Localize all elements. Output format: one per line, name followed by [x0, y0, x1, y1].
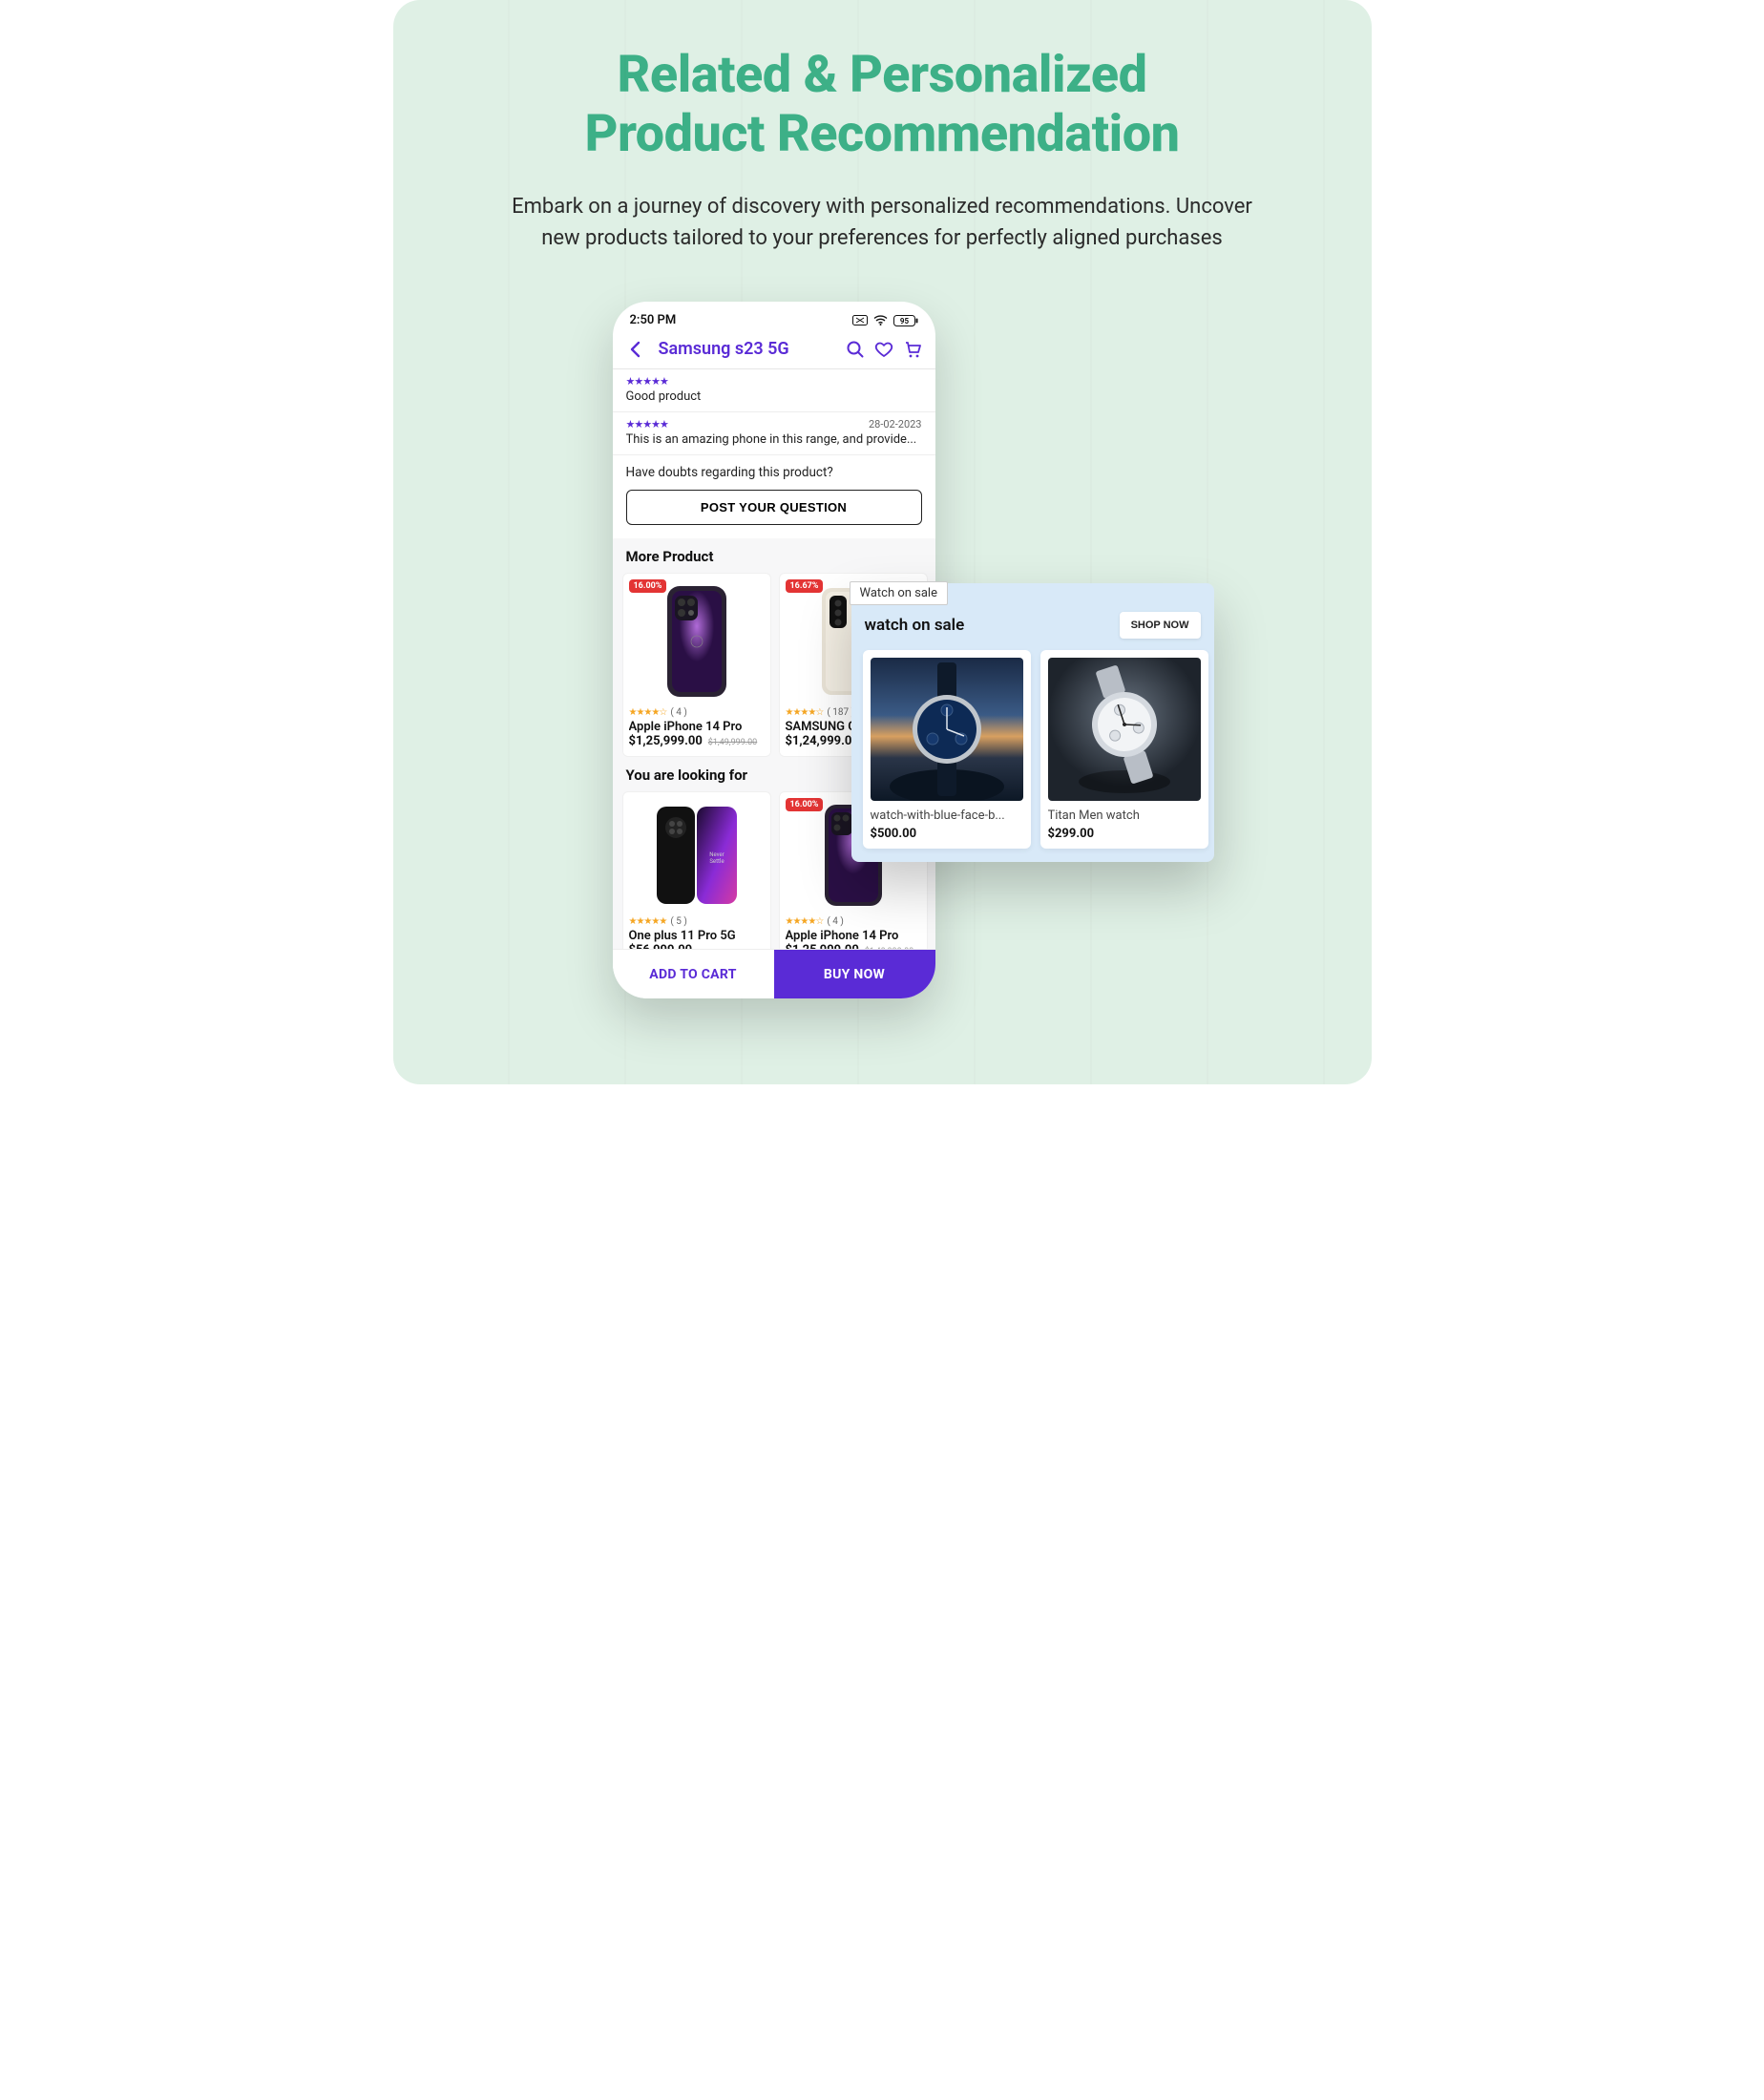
rating-count: ( 5 ) — [670, 916, 687, 927]
search-icon — [846, 340, 865, 359]
iphone-illustration-icon — [660, 584, 734, 699]
watch-image — [871, 658, 1023, 801]
product-price: $1,25,999.00 — [629, 734, 703, 748]
product-price: $1,24,999.00 — [786, 734, 859, 748]
mute-icon — [852, 315, 868, 326]
watch-price: $299.00 — [1048, 827, 1201, 841]
back-button[interactable] — [626, 340, 645, 359]
status-time: 2:50 PM — [630, 313, 677, 327]
feature-panel: Related & Personalized Product Recommend… — [393, 0, 1372, 1084]
hero-title-line2: Product Recommendation — [584, 104, 1179, 164]
svg-text:Never: Never — [709, 851, 724, 858]
discount-badge: 16.67% — [786, 579, 824, 593]
watch-row: watch-with-blue-face-b... $500.00 — [851, 650, 1214, 849]
app-bar: Samsung s23 5G — [613, 333, 935, 369]
doubts-section: Have doubts regarding this product? POST… — [613, 455, 935, 538]
stage: 2:50 PM 95 Samsung s23 5G — [431, 302, 1334, 1027]
rating-stars: ★★★★★ — [629, 916, 667, 927]
shop-now-button[interactable]: SHOP NOW — [1120, 612, 1201, 639]
watch-image — [1048, 658, 1201, 801]
price-row: $1,25,999.00 $1,49,999.00 — [786, 943, 921, 949]
add-to-cart-button[interactable]: ADD TO CART — [613, 950, 774, 998]
rating-stars: ★★★★☆ — [629, 707, 667, 718]
watch-name: watch-with-blue-face-b... — [871, 808, 1023, 823]
cart-button[interactable] — [903, 340, 922, 359]
wifi-icon — [873, 315, 888, 326]
price-row: $1,25,999.00 $1,49,999.00 — [629, 734, 765, 748]
oneplus-illustration-icon: Never Settle — [651, 803, 743, 908]
watch-card[interactable]: watch-with-blue-face-b... $500.00 — [863, 650, 1031, 849]
rating-stars: ★★★★☆ — [786, 707, 824, 718]
silver-watch-illustration-icon — [1048, 658, 1201, 801]
discount-badge: 16.00% — [786, 798, 824, 811]
post-question-button[interactable]: POST YOUR QUESTION — [626, 490, 922, 525]
hero-title-line1: Related & Personalized — [618, 45, 1147, 105]
product-name: One plus 11 Pro 5G — [629, 929, 765, 943]
wishlist-button[interactable] — [874, 340, 893, 359]
watch-price: $500.00 — [871, 827, 1023, 841]
rating-row: ★★★★★ ( 5 ) — [629, 916, 765, 927]
status-bar: 2:50 PM 95 — [613, 302, 935, 333]
hero-title: Related & Personalized Product Recommend… — [431, 46, 1334, 164]
review-text: This is an amazing phone in this range, … — [626, 432, 922, 447]
page-title: Samsung s23 5G — [655, 339, 836, 359]
doubts-prompt: Have doubts regarding this product? — [626, 465, 922, 480]
product-price: $1,25,999.00 — [786, 943, 859, 949]
product-image: Never Settle — [629, 798, 765, 913]
chevron-left-icon — [626, 340, 645, 359]
rating-count: ( 4 ) — [670, 707, 687, 718]
product-price: $56,999.00 — [629, 943, 693, 949]
heart-icon — [874, 340, 893, 359]
section-title-more: More Product — [613, 538, 935, 573]
product-name: Apple iPhone 14 Pro — [786, 929, 921, 943]
product-old-price: $1,49,999.00 — [865, 947, 914, 949]
popup-tag: Watch on sale — [850, 581, 949, 605]
status-icons: 95 — [852, 315, 918, 326]
review-date: 28-02-2023 — [869, 418, 922, 430]
discount-badge: 16.00% — [629, 579, 667, 593]
bottom-bar: ADD TO CART BUY NOW — [613, 949, 935, 998]
cart-icon — [903, 340, 922, 359]
rating-row: ★★★★☆ ( 4 ) — [629, 707, 765, 718]
review-text: Good product — [626, 389, 922, 404]
svg-text:95: 95 — [899, 317, 909, 326]
product-old-price: $1,49,999.00 — [708, 738, 757, 747]
watch-card[interactable]: Titan Men watch $299.00 — [1040, 650, 1208, 849]
rating-count: ( 4 ) — [827, 916, 844, 927]
product-name: Apple iPhone 14 Pro — [629, 720, 765, 734]
review-item: ★★★★★ Good product — [613, 369, 935, 412]
blue-watch-illustration-icon — [871, 658, 1023, 801]
review-item: 28-02-2023 ★★★★★ This is an amazing phon… — [613, 412, 935, 455]
hero-subtitle: Embark on a journey of discovery with pe… — [491, 191, 1273, 254]
rating-stars: ★★★★☆ — [786, 916, 824, 927]
battery-icon: 95 — [893, 315, 918, 326]
rating-row: ★★★★☆ ( 4 ) — [786, 916, 921, 927]
review-stars: ★★★★★ — [626, 375, 922, 388]
watch-name: Titan Men watch — [1048, 808, 1201, 823]
search-button[interactable] — [846, 340, 865, 359]
popup-title: watch on sale — [865, 616, 965, 635]
svg-text:Settle: Settle — [709, 858, 724, 865]
product-card[interactable]: 16.00% — [622, 573, 771, 757]
price-row: $56,999.00 — [629, 943, 765, 949]
watch-sale-popup: Watch on sale watch on sale SHOP NOW — [851, 583, 1214, 862]
product-card[interactable]: Never Settle ★★★★★ ( 5 ) One plus 11 Pro… — [622, 791, 771, 949]
buy-now-button[interactable]: BUY NOW — [774, 950, 935, 998]
product-image — [629, 579, 765, 704]
